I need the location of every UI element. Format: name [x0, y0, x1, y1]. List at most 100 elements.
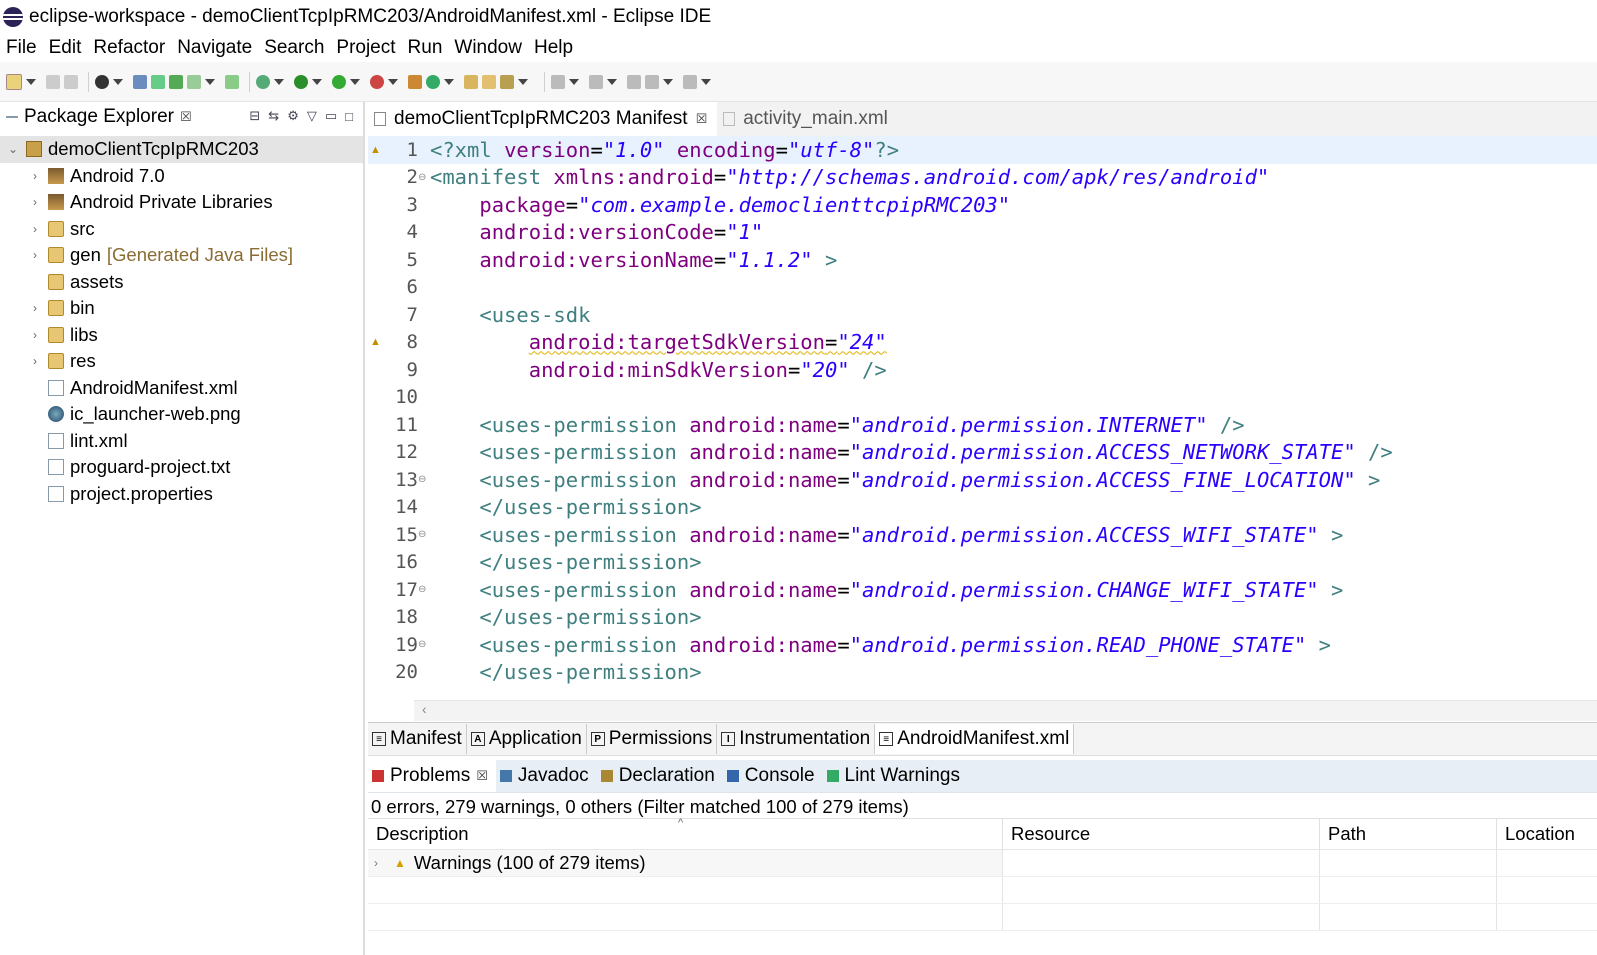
- code-line[interactable]: 14 </uses-permission>: [368, 494, 1597, 522]
- close-icon[interactable]: ☒: [696, 111, 708, 127]
- code-line[interactable]: 10: [368, 384, 1597, 412]
- forward-dropdown-icon[interactable]: [701, 78, 711, 85]
- sdk-dropdown-icon[interactable]: [113, 78, 123, 85]
- code-line[interactable]: 4 android:versionCode="1": [368, 219, 1597, 247]
- last-edit-location-icon[interactable]: [627, 74, 641, 89]
- expand-chevron-icon[interactable]: ›: [374, 856, 394, 870]
- android-lint-icon[interactable]: [169, 74, 183, 89]
- save-all-icon[interactable]: [64, 74, 78, 89]
- code-line[interactable]: 15 ⊖ <uses-permission android:name="andro…: [368, 521, 1597, 549]
- code-line[interactable]: 7 <uses-sdk: [368, 301, 1597, 329]
- back-dropdown-icon[interactable]: [663, 78, 673, 85]
- new-dropdown-icon[interactable]: [26, 78, 36, 85]
- code-line[interactable]: ▲ 8 android:targetSdkVersion="24": [368, 329, 1597, 357]
- search-dropdown-icon[interactable]: [518, 78, 528, 85]
- menu-refactor[interactable]: Refactor: [93, 37, 165, 59]
- new-java-class-icon[interactable]: [426, 74, 440, 89]
- expand-chevron-icon[interactable]: ›: [28, 354, 42, 368]
- tree-item[interactable]: › gen [Generated Java Files]: [0, 242, 363, 269]
- menu-help[interactable]: Help: [534, 37, 573, 59]
- search-icon[interactable]: [500, 74, 514, 89]
- horizontal-scrollbar[interactable]: ‹: [414, 700, 1597, 721]
- tree-item-project[interactable]: ⌄ demoClientTcpIpRMC203: [0, 136, 363, 163]
- expand-chevron-icon[interactable]: ›: [28, 301, 42, 315]
- task-icon[interactable]: [187, 74, 201, 89]
- menu-file[interactable]: File: [6, 37, 37, 59]
- tab-activity-main[interactable]: activity_main.xml: [717, 102, 898, 136]
- new-java-package-icon[interactable]: [408, 74, 422, 89]
- coverage-icon[interactable]: [332, 74, 346, 89]
- task-dropdown-icon[interactable]: [205, 78, 215, 85]
- link-with-editor-icon[interactable]: ⇆: [268, 108, 279, 124]
- table-row[interactable]: › ▲ Warnings (100 of 279 items): [368, 850, 1597, 877]
- code-line[interactable]: ▲ 1 <?xml version="1.0" encoding="utf-8"?>: [368, 136, 1597, 164]
- expand-chevron-icon[interactable]: ›: [28, 169, 42, 183]
- forward-icon[interactable]: [683, 74, 697, 89]
- page-tab[interactable]: A Application: [467, 724, 587, 754]
- code-line[interactable]: 19 ⊖ <uses-permission android:name="andro…: [368, 631, 1597, 659]
- debug-dropdown-icon[interactable]: [274, 78, 284, 85]
- expand-chevron-icon[interactable]: ›: [28, 222, 42, 236]
- minimize-icon[interactable]: ▭: [325, 108, 337, 124]
- close-icon[interactable]: ☒: [180, 109, 192, 125]
- page-tab[interactable]: ≡ Manifest: [368, 724, 467, 754]
- collapse-chevron-icon[interactable]: ⌄: [6, 142, 20, 156]
- open-type-icon[interactable]: [464, 74, 478, 89]
- back-icon[interactable]: [645, 74, 659, 89]
- page-tab[interactable]: I Instrumentation: [717, 724, 876, 754]
- expand-chevron-icon[interactable]: ›: [28, 328, 42, 342]
- tree-item[interactable]: › Android 7.0: [0, 163, 363, 190]
- external-tools-dropdown-icon[interactable]: [388, 78, 398, 85]
- android-avd-icon[interactable]: [151, 74, 165, 89]
- tree-item[interactable]: › libs: [0, 322, 363, 349]
- menu-search[interactable]: Search: [264, 37, 324, 59]
- fold-icon[interactable]: ⊖: [418, 172, 430, 183]
- previous-annotation-dropdown-icon[interactable]: [607, 78, 617, 85]
- tree-item[interactable]: AndroidManifest.xml: [0, 375, 363, 402]
- run-icon[interactable]: [294, 74, 308, 89]
- open-task-icon[interactable]: [482, 74, 496, 89]
- maximize-icon[interactable]: □: [345, 109, 353, 124]
- code-line[interactable]: 9 android:minSdkVersion="20" />: [368, 356, 1597, 384]
- scroll-left-icon[interactable]: ‹: [422, 701, 427, 717]
- code-line[interactable]: 11 <uses-permission android:name="androi…: [368, 411, 1597, 439]
- bottom-tab[interactable]: Declaration: [597, 760, 723, 792]
- collapse-all-icon[interactable]: ⊟: [249, 108, 260, 124]
- close-icon[interactable]: ☒: [476, 768, 488, 784]
- menu-run[interactable]: Run: [408, 37, 443, 59]
- next-annotation-icon[interactable]: [551, 74, 565, 89]
- code-editor[interactable]: ▲ 1 <?xml version="1.0" encoding="utf-8"?>…: [368, 136, 1597, 701]
- column-path[interactable]: Path: [1320, 819, 1497, 849]
- view-menu-icon[interactable]: ▽: [307, 108, 317, 124]
- fold-icon[interactable]: ⊖: [418, 584, 430, 595]
- code-line[interactable]: 13 ⊖ <uses-permission android:name="andro…: [368, 466, 1597, 494]
- debug-icon[interactable]: [256, 74, 270, 89]
- coverage-dropdown-icon[interactable]: [350, 78, 360, 85]
- new-icon[interactable]: [6, 73, 22, 90]
- save-icon[interactable]: [46, 74, 60, 89]
- tree-item[interactable]: assets: [0, 269, 363, 296]
- tree-item[interactable]: lint.xml: [0, 428, 363, 455]
- menu-edit[interactable]: Edit: [49, 37, 82, 59]
- column-resource[interactable]: Resource: [1003, 819, 1320, 849]
- code-line[interactable]: 12 <uses-permission android:name="androi…: [368, 439, 1597, 467]
- android-sdk-icon[interactable]: [95, 74, 109, 89]
- tree-item[interactable]: › src: [0, 216, 363, 243]
- skip-breakpoints-icon[interactable]: [133, 74, 147, 89]
- code-line[interactable]: 2 ⊖ <manifest xmlns:android="http://schema…: [368, 164, 1597, 192]
- previous-annotation-icon[interactable]: [589, 74, 603, 89]
- menu-project[interactable]: Project: [336, 37, 395, 59]
- tree-item[interactable]: › Android Private Libraries: [0, 189, 363, 216]
- next-annotation-dropdown-icon[interactable]: [569, 78, 579, 85]
- code-line[interactable]: 18 </uses-permission>: [368, 604, 1597, 632]
- tree-item[interactable]: › bin: [0, 295, 363, 322]
- package-explorer-tab[interactable]: Package Explorer ☒: [0, 102, 192, 132]
- code-line[interactable]: 16 </uses-permission>: [368, 549, 1597, 577]
- new-class-dropdown-icon[interactable]: [444, 78, 454, 85]
- bottom-tab[interactable]: Javadoc: [496, 760, 597, 792]
- code-line[interactable]: 5 android:versionName="1.1.2" >: [368, 246, 1597, 274]
- tree-item[interactable]: ic_launcher-web.png: [0, 401, 363, 428]
- tree-item[interactable]: proguard-project.txt: [0, 454, 363, 481]
- tree-item[interactable]: project.properties: [0, 481, 363, 508]
- code-line[interactable]: 20 </uses-permission>: [368, 659, 1597, 687]
